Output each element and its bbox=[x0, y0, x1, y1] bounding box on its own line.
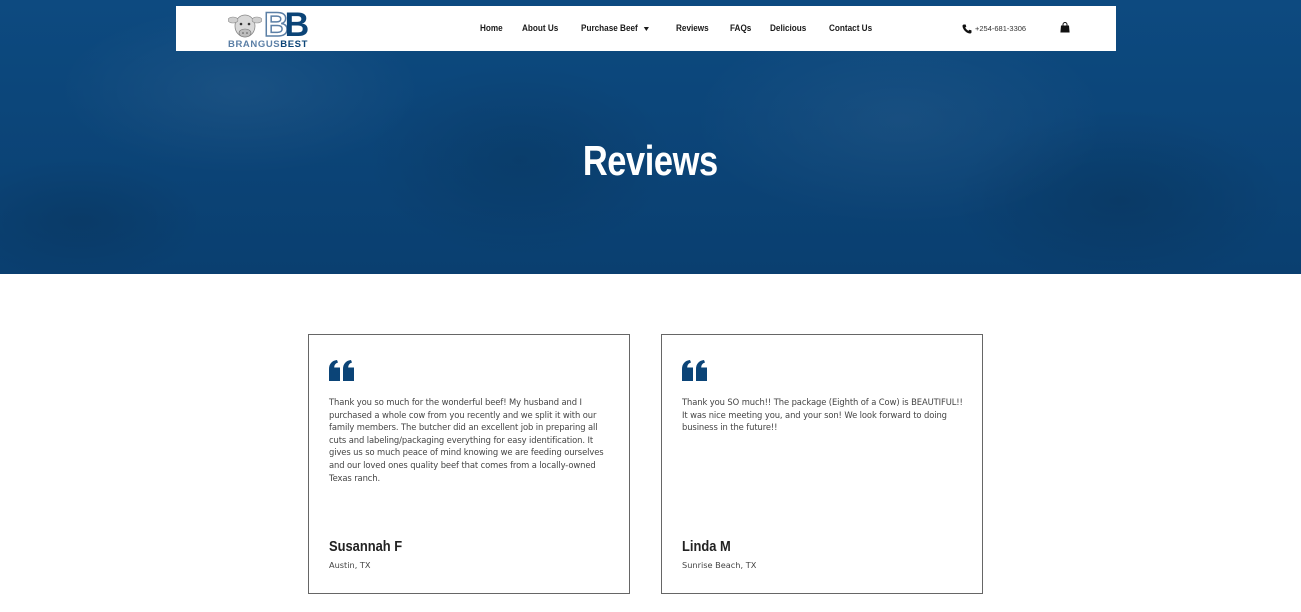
reviewer-location: Austin, TX bbox=[329, 560, 371, 570]
reviewer-name: Susannah F bbox=[329, 538, 403, 555]
logo-wordmark: BRANGUSBEST bbox=[228, 39, 308, 50]
chevron-down-icon bbox=[643, 26, 649, 31]
site-logo[interactable]: BB BRANGUSBEST bbox=[228, 6, 324, 50]
quote-icon bbox=[329, 360, 354, 381]
nav-delicious[interactable]: Delicious bbox=[770, 23, 806, 34]
reviewer-name: Linda M bbox=[682, 538, 731, 555]
bull-head-icon bbox=[228, 14, 262, 38]
nav-purchase-beef[interactable]: Purchase Beef bbox=[581, 23, 649, 34]
phone-link[interactable]: +254-681-3306 bbox=[962, 6, 1026, 51]
main-nav: Home About Us Purchase Beef Reviews FAQs… bbox=[480, 6, 879, 51]
page-title: Reviews bbox=[583, 137, 718, 184]
nav-reviews[interactable]: Reviews bbox=[676, 23, 709, 34]
phone-icon bbox=[962, 24, 972, 34]
quote-icon bbox=[682, 360, 707, 381]
phone-number: +254-681-3306 bbox=[975, 24, 1027, 33]
shopping-bag-icon[interactable] bbox=[1060, 22, 1070, 33]
review-text: Thank you so much for the wonderful beef… bbox=[329, 397, 604, 483]
hero-banner: BB BRANGUSBEST Home About Us Purchase Be… bbox=[0, 0, 1301, 274]
nav-faqs[interactable]: FAQs bbox=[730, 23, 751, 34]
nav-contact-us[interactable]: Contact Us bbox=[829, 23, 872, 34]
nav-about-us[interactable]: About Us bbox=[522, 23, 558, 34]
logo-monogram: BB bbox=[263, 6, 309, 44]
site-header: BB BRANGUSBEST Home About Us Purchase Be… bbox=[176, 6, 1116, 51]
review-card: Thank you so much for the wonderful beef… bbox=[308, 334, 630, 594]
reviewer-location: Sunrise Beach, TX bbox=[682, 560, 757, 570]
review-card: Thank you SO much!! The package (Eighth … bbox=[661, 334, 983, 594]
nav-home[interactable]: Home bbox=[480, 23, 503, 34]
review-text: Thank you SO much!! The package (Eighth … bbox=[682, 397, 963, 433]
